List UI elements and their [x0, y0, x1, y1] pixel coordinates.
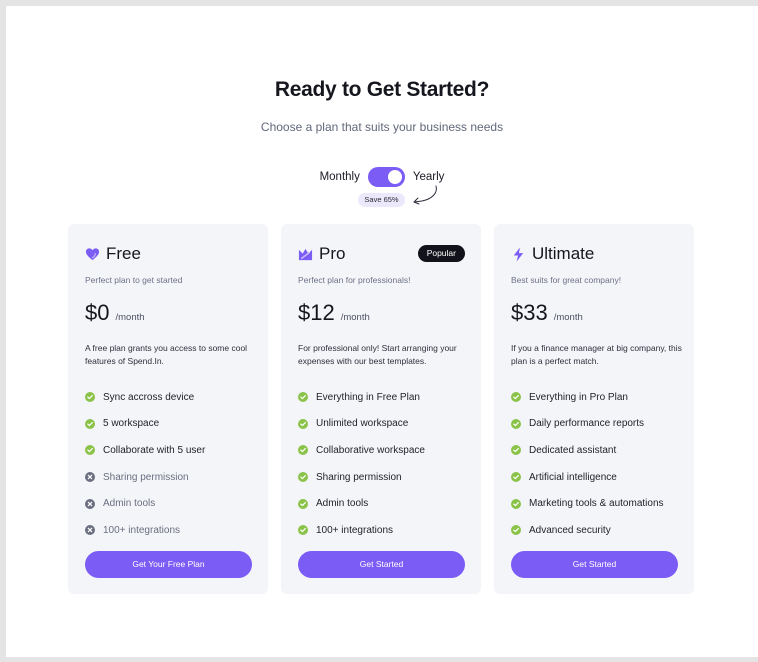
feature-item: Collaborative workspace — [298, 437, 425, 464]
feature-item: Advanced security — [511, 517, 664, 544]
check-icon — [511, 498, 521, 509]
feature-item: Dedicated assistant — [511, 437, 664, 464]
feature-label: Sharing permission — [103, 471, 189, 483]
feature-item: 5 workspace — [85, 411, 205, 438]
pricing-section: Ready to Get Started? Choose a plan that… — [6, 6, 758, 657]
feature-list: Sync accross device 5 workspace Collabor… — [85, 384, 205, 544]
feature-label: Advanced security — [529, 524, 611, 536]
feature-item-unavailable: Admin tools — [85, 490, 205, 517]
plan-tagline: Best suits for great company! — [511, 275, 622, 285]
save-badge: Save 65% — [358, 193, 405, 207]
price-value: $0 — [85, 300, 110, 325]
page-subtitle: Choose a plan that suits your business n… — [260, 120, 504, 134]
check-icon — [511, 472, 521, 483]
plan-price: $33 /month — [511, 300, 583, 326]
feature-item: Sharing permission — [298, 464, 425, 491]
cross-icon — [85, 525, 95, 536]
feature-label: Daily performance reports — [529, 418, 645, 430]
feature-label: 100+ integrations — [316, 524, 394, 536]
plan-description: A free plan grants you access to some co… — [85, 343, 248, 366]
get-started-ultimate-button[interactable]: Get Started — [511, 551, 678, 578]
check-icon — [85, 392, 95, 403]
feature-item: Daily performance reports — [511, 411, 664, 438]
check-icon — [85, 418, 95, 429]
get-free-plan-button[interactable]: Get Your Free Plan — [85, 551, 252, 578]
plan-description: If you a finance manager at big company,… — [511, 343, 682, 366]
feature-label: Collaborative workspace — [316, 444, 425, 456]
feature-item: Sync accross device — [85, 384, 205, 411]
price-period: /month — [553, 312, 583, 323]
cross-icon — [85, 472, 95, 483]
check-icon — [511, 525, 521, 536]
feature-label: 5 workspace — [103, 418, 160, 430]
price-value: $12 — [298, 300, 335, 325]
get-started-pro-button[interactable]: Get Started — [298, 551, 465, 578]
feature-item-unavailable: 100+ integrations — [85, 517, 205, 544]
plan-card-free: Free Perfect plan to get started $0 /mon… — [68, 224, 268, 594]
plan-name: Free — [106, 244, 141, 263]
feature-label: Admin tools — [103, 498, 156, 510]
lightning-icon — [513, 246, 524, 262]
check-icon — [298, 445, 308, 456]
crown-icon — [298, 248, 313, 260]
curved-arrow-icon — [413, 185, 437, 205]
plan-card-pro: Pro Popular Perfect plan for professiona… — [281, 224, 481, 594]
feature-item: Artificial intelligence — [511, 464, 664, 491]
heart-icon — [85, 247, 100, 260]
feature-item-unavailable: Sharing permission — [85, 464, 205, 491]
popular-badge: Popular — [417, 245, 465, 262]
plan-name: Ultimate — [532, 244, 595, 263]
check-icon — [511, 392, 521, 403]
check-icon — [298, 525, 308, 536]
feature-label: Dedicated assistant — [529, 444, 617, 456]
feature-label: Collaborate with 5 user — [103, 444, 206, 456]
feature-item: Marketing tools & automations — [511, 490, 664, 517]
monthly-label[interactable]: Monthly — [320, 171, 360, 183]
price-value: $33 — [511, 300, 548, 325]
switch-knob — [387, 170, 402, 184]
feature-label: 100+ integrations — [103, 524, 181, 536]
plan-header: Ultimate — [511, 244, 594, 264]
feature-item: Collaborate with 5 user — [85, 437, 205, 464]
price-period: /month — [115, 312, 145, 323]
plan-price: $12 /month — [298, 300, 370, 326]
plan-tagline: Perfect plan for professionals! — [298, 275, 411, 285]
feature-label: Artificial intelligence — [529, 471, 617, 483]
check-icon — [298, 392, 308, 403]
feature-item: Everything in Free Plan — [298, 384, 425, 411]
plan-price: $0 /month — [85, 300, 145, 326]
plan-card-ultimate: Ultimate Best suits for great company! $… — [494, 224, 694, 594]
cross-icon — [85, 498, 95, 509]
feature-label: Everything in Free Plan — [316, 391, 420, 403]
feature-label: Marketing tools & automations — [529, 498, 664, 510]
feature-label: Unlimited workspace — [316, 418, 409, 430]
check-icon — [298, 498, 308, 509]
check-icon — [511, 418, 521, 429]
feature-label: Sharing permission — [316, 471, 402, 483]
plan-header: Pro — [298, 244, 345, 264]
yearly-label[interactable]: Yearly — [413, 171, 445, 183]
plan-header: Free — [85, 244, 141, 264]
price-period: /month — [340, 312, 370, 323]
check-icon — [298, 418, 308, 429]
page-title: Ready to Get Started? — [274, 78, 490, 101]
feature-label: Admin tools — [316, 498, 369, 510]
billing-toggle-row: Monthly Yearly — [6, 166, 758, 188]
feature-item: Admin tools — [298, 490, 425, 517]
feature-item: Unlimited workspace — [298, 411, 425, 438]
check-icon — [85, 445, 95, 456]
plan-name: Pro — [319, 244, 346, 263]
check-icon — [298, 472, 308, 483]
feature-list: Everything in Free Plan Unlimited worksp… — [298, 384, 425, 544]
feature-list: Everything in Pro Plan Daily performance… — [511, 384, 664, 544]
feature-item: Everything in Pro Plan — [511, 384, 664, 411]
check-icon — [511, 445, 521, 456]
feature-label: Everything in Pro Plan — [529, 391, 628, 403]
feature-item: 100+ integrations — [298, 517, 425, 544]
plan-tagline: Perfect plan to get started — [85, 275, 183, 285]
plan-description: For professional only! Start arranging y… — [298, 343, 457, 366]
feature-label: Sync accross device — [103, 391, 195, 403]
billing-switch[interactable] — [367, 167, 405, 187]
